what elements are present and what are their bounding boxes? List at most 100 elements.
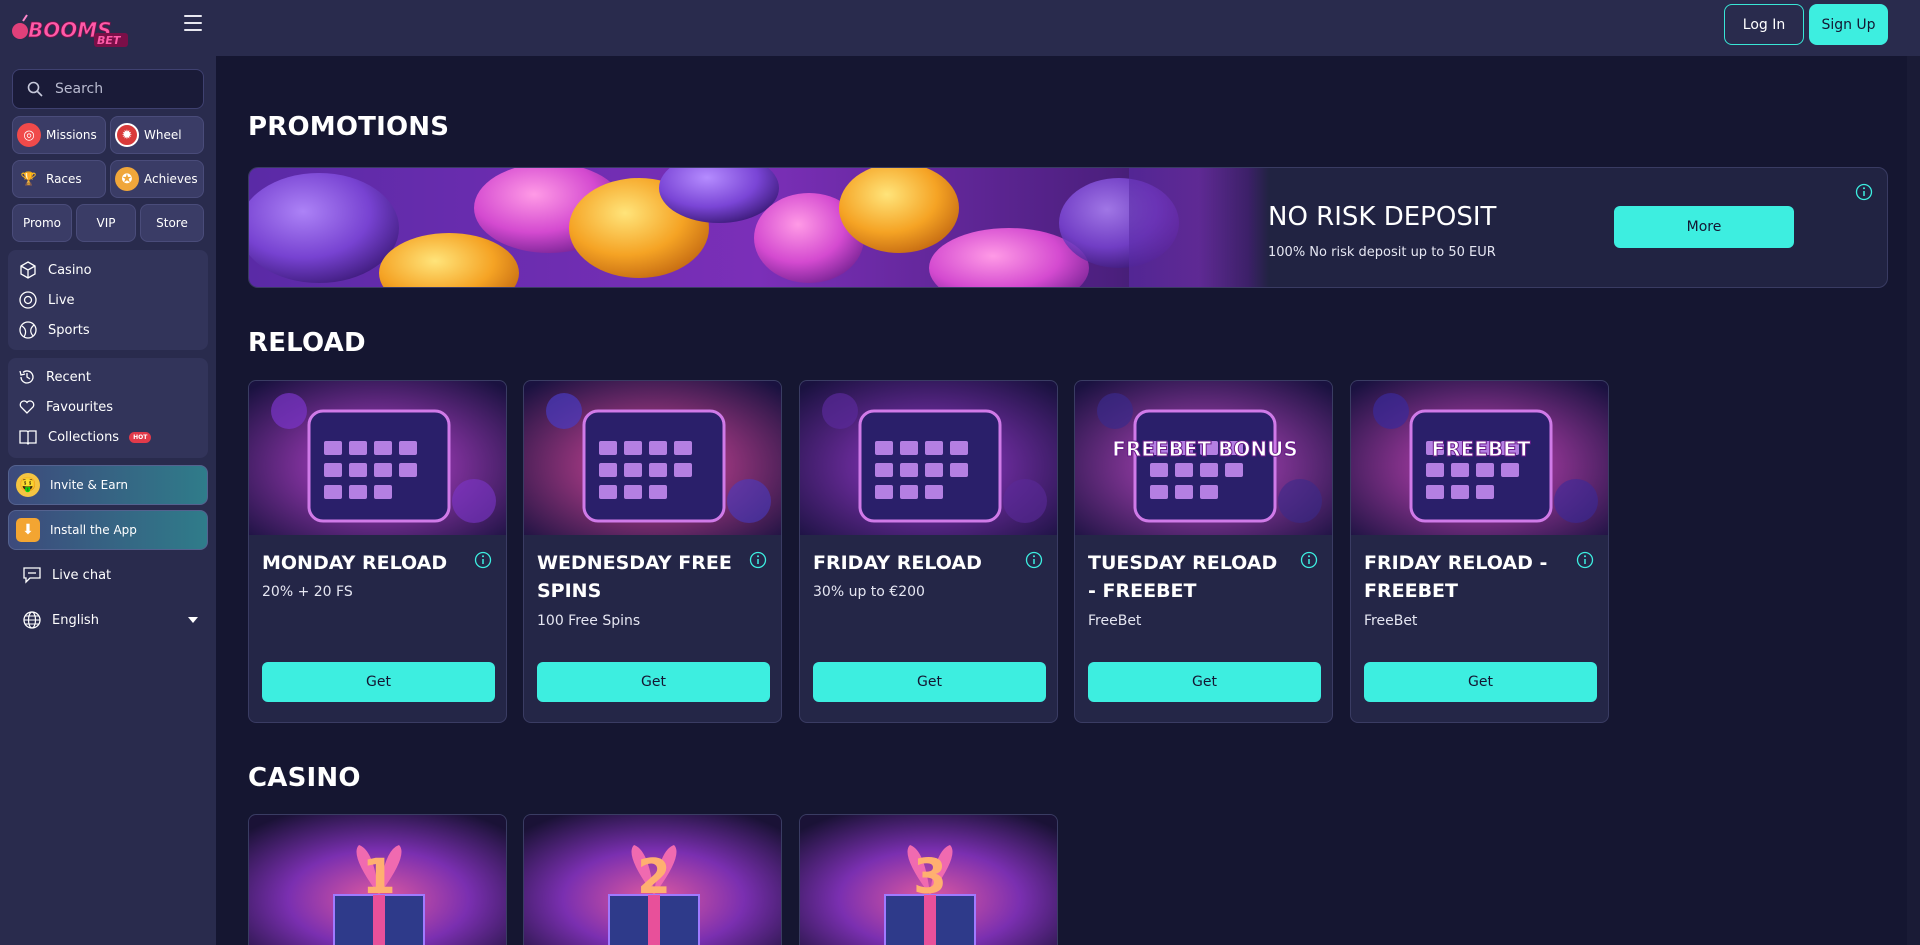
- get-button[interactable]: Get: [1364, 662, 1597, 702]
- races-label: Races: [46, 172, 82, 186]
- sidebar-item-casino[interactable]: Casino: [18, 260, 92, 280]
- scrollbar[interactable]: [1907, 56, 1920, 945]
- login-button[interactable]: Log In: [1724, 4, 1804, 45]
- install-app-button[interactable]: ⬇ Install the App: [8, 510, 208, 550]
- invite-earn-label: Invite & Earn: [50, 478, 128, 492]
- promo-card[interactable]: FREEBET FRIDAY RELOAD - FREEBET FreeBet …: [1350, 380, 1609, 723]
- favourites-label: Favourites: [46, 399, 113, 415]
- download-icon: ⬇: [16, 518, 40, 542]
- language-selector[interactable]: English: [22, 610, 198, 630]
- info-icon[interactable]: [474, 551, 492, 569]
- svg-text:BET: BET: [97, 34, 122, 47]
- heart-icon: [19, 400, 35, 414]
- sidebar-item-live[interactable]: Live: [18, 290, 75, 310]
- get-button[interactable]: Get: [813, 662, 1046, 702]
- promo-card[interactable]: MONDAY RELOAD 20% + 20 FS Get: [248, 380, 507, 723]
- trophy-icon: 🏆: [20, 171, 38, 187]
- live-chat-label: Live chat: [52, 567, 112, 583]
- promo-card-title: FRIDAY RELOAD: [813, 552, 982, 574]
- signup-button[interactable]: Sign Up: [1809, 4, 1888, 45]
- get-button[interactable]: Get: [537, 662, 770, 702]
- tab-store-label: Store: [156, 216, 188, 230]
- globe-icon: [23, 611, 41, 629]
- wheel-label: Wheel: [144, 128, 182, 142]
- get-button[interactable]: Get: [262, 662, 495, 702]
- tab-promo-label: Promo: [22, 216, 62, 230]
- promo-card-art-text: FREEBET BONUS: [1112, 437, 1298, 461]
- sports-label: Sports: [48, 322, 90, 338]
- tab-vip-label: VIP: [96, 216, 116, 230]
- get-button[interactable]: Get: [1088, 662, 1321, 702]
- achieves-label: Achieves: [144, 172, 198, 186]
- language-label: English: [52, 612, 99, 628]
- casino-promo-card[interactable]: 3: [799, 814, 1058, 945]
- promo-card[interactable]: WEDNESDAY FREE SPINS 100 Free Spins Get: [523, 380, 782, 723]
- promo-card-subtitle: 100 Free Spins: [537, 613, 641, 629]
- promo-card-image: FREEBET: [1351, 381, 1608, 535]
- sidebar-item-collections[interactable]: Collections HOT: [18, 428, 152, 446]
- promo-card[interactable]: FRIDAY RELOAD 30% up to €200 Get: [799, 380, 1058, 723]
- gift-number: 2: [637, 849, 670, 905]
- search-icon: [27, 81, 43, 97]
- reload-heading: RELOAD: [248, 328, 366, 358]
- promo-card-subtitle: FreeBet: [1364, 613, 1418, 629]
- gift-number: 1: [362, 849, 395, 905]
- menu-toggle-button[interactable]: [184, 15, 202, 31]
- races-button[interactable]: 🏆 Races: [12, 160, 106, 198]
- promo-card-image: [249, 381, 506, 535]
- casino-heading: CASINO: [248, 763, 361, 793]
- info-icon[interactable]: [749, 551, 767, 569]
- missions-label: Missions: [46, 128, 97, 142]
- info-icon[interactable]: [1025, 551, 1043, 569]
- casino-promo-card[interactable]: 1: [248, 814, 507, 945]
- wheel-button[interactable]: ✹ Wheel: [110, 116, 204, 154]
- sidebar-item-favourites[interactable]: Favourites: [18, 398, 113, 416]
- sidebar: BOOMS BET Search ◎ Missions ✹ Wheel 🏆 Ra…: [0, 0, 216, 945]
- info-icon[interactable]: [1855, 183, 1873, 201]
- search-placeholder: Search: [55, 81, 104, 97]
- promo-card[interactable]: FREEBET BONUS TUESDAY RELOAD - FREEBET F…: [1074, 380, 1333, 723]
- more-button[interactable]: More: [1614, 206, 1794, 248]
- cube-icon: [20, 261, 36, 279]
- banner-title: NO RISK DEPOSIT: [1268, 202, 1497, 232]
- promo-card-title: TUESDAY RELOAD - FREEBET: [1088, 552, 1278, 602]
- top-header: [216, 0, 1920, 56]
- info-icon[interactable]: [1300, 551, 1318, 569]
- ball-icon: [19, 321, 37, 339]
- sidebar-item-recent[interactable]: Recent: [18, 368, 91, 386]
- booms-bet-logo[interactable]: BOOMS BET: [8, 9, 133, 49]
- tab-vip[interactable]: VIP: [76, 204, 136, 242]
- money-face-icon: 🤑: [16, 473, 40, 497]
- chat-icon: [23, 567, 41, 584]
- promo-card-image: [524, 381, 781, 535]
- invite-earn-button[interactable]: 🤑 Invite & Earn: [8, 465, 208, 505]
- info-icon[interactable]: [1576, 551, 1594, 569]
- coins-banner-image: [249, 168, 1269, 287]
- gift-box-image: 1: [249, 815, 506, 945]
- gift-box-image: 3: [800, 815, 1057, 945]
- tab-promo[interactable]: Promo: [12, 204, 72, 242]
- collections-label: Collections: [48, 429, 120, 445]
- banner-subtitle: 100% No risk deposit up to 50 EUR: [1268, 245, 1496, 260]
- search-input[interactable]: Search: [12, 69, 204, 109]
- gift-box-image: 2: [524, 815, 781, 945]
- promo-card-subtitle: 20% + 20 FS: [262, 584, 353, 600]
- recent-label: Recent: [46, 369, 91, 385]
- live-label: Live: [48, 292, 75, 308]
- sidebar-item-sports[interactable]: Sports: [18, 320, 90, 340]
- casino-promo-card[interactable]: 2: [523, 814, 782, 945]
- live-chat-button[interactable]: Live chat: [22, 566, 111, 584]
- history-icon: [19, 370, 34, 384]
- live-icon: [19, 291, 37, 309]
- promo-card-art-text: FREEBET: [1432, 437, 1531, 461]
- caret-down-icon: [188, 617, 198, 623]
- hot-badge: HOT: [129, 431, 152, 443]
- promo-card-title: WEDNESDAY FREE SPINS: [537, 552, 732, 602]
- target-icon: ◎: [17, 123, 41, 147]
- promo-card-title: MONDAY RELOAD: [262, 552, 448, 574]
- tab-store[interactable]: Store: [140, 204, 204, 242]
- achieves-button[interactable]: ✪ Achieves: [110, 160, 204, 198]
- promotions-heading: PROMOTIONS: [248, 112, 450, 142]
- missions-button[interactable]: ◎ Missions: [12, 116, 106, 154]
- promo-card-image: FREEBET BONUS: [1075, 381, 1332, 535]
